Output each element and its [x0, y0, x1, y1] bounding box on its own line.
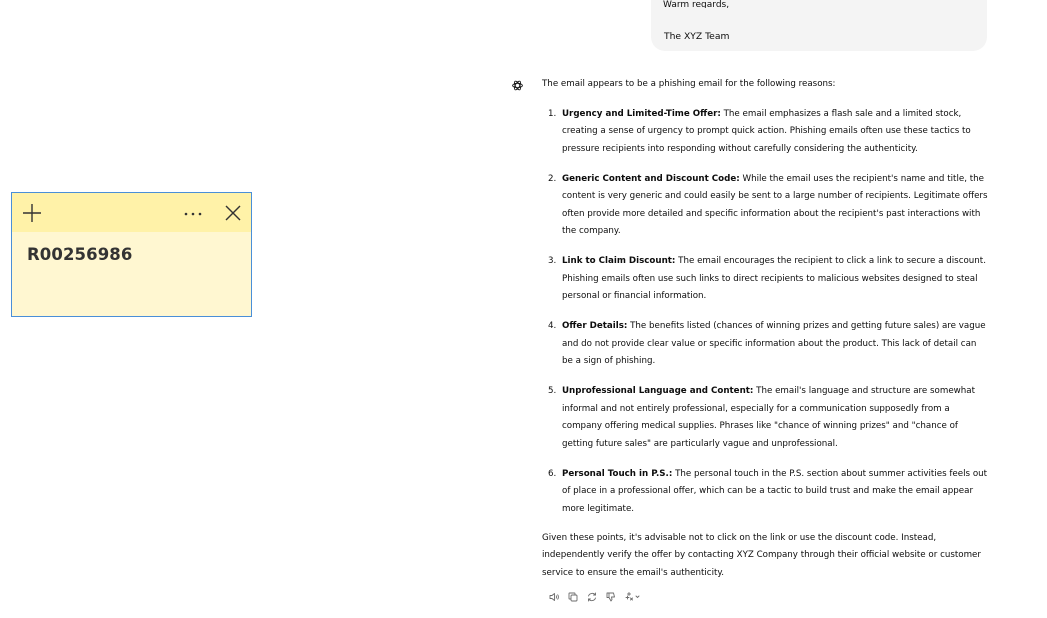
reason-title: Generic Content and Discount Code: [562, 173, 740, 184]
reason-title: Offer Details: [562, 321, 628, 331]
copy-icon[interactable] [567, 591, 579, 603]
reason-number: 4. [548, 321, 557, 331]
reason-item: 3. Link to Claim Discount: The email enco… [542, 253, 988, 306]
assistant-response: The email appears to be a phishing email… [542, 76, 988, 582]
response-closing: Given these points, it's advisable not t… [542, 532, 981, 578]
reasons-list: 1. Urgency and Limited-Time Offer: The em… [542, 106, 988, 519]
reason-item: 4. Offer Details: The benefits listed (ch… [542, 318, 988, 371]
thumbs-down-icon[interactable] [605, 591, 617, 603]
sticky-note-content[interactable]: R00256986 [27, 245, 132, 264]
model-switch-icon[interactable] [624, 591, 640, 603]
response-intro: The email appears to be a phishing email… [542, 79, 836, 89]
reason-item: 1. Urgency and Limited-Time Offer: The em… [542, 106, 988, 159]
sticky-note: R00256986 [11, 192, 252, 317]
message-actions [548, 590, 640, 604]
reason-item: 2. Generic Content and Discount Code: Whi… [542, 171, 988, 241]
reason-title: Link to Claim Discount: [562, 256, 676, 266]
read-aloud-icon[interactable] [548, 591, 560, 603]
sticky-note-header [12, 193, 251, 232]
close-icon[interactable] [224, 204, 242, 222]
user-message-signature: The XYZ Team [664, 31, 730, 42]
regenerate-icon[interactable] [586, 591, 598, 603]
reason-title: Unprofessional Language and Content: [562, 386, 754, 396]
plus-icon[interactable] [22, 203, 42, 223]
reason-number: 6. [548, 468, 557, 479]
reason-number: 2. [548, 173, 557, 184]
user-message-bubble: Warm regards, The XYZ Team [651, 0, 987, 51]
reason-number: 3. [548, 256, 557, 266]
user-message-partial-line: Warm regards, [663, 0, 730, 8]
reason-number: 1. [548, 108, 557, 119]
reason-number: 5. [548, 386, 557, 396]
reason-item: 5. Unprofessional Language and Content: T… [542, 383, 988, 453]
assistant-logo-icon [511, 77, 524, 91]
reason-title: Personal Touch in P.S.: [562, 468, 673, 479]
reason-title: Urgency and Limited-Time Offer: [562, 108, 721, 119]
more-options-icon[interactable] [183, 206, 203, 220]
reason-item: 6. Personal Touch in P.S.: The personal t… [542, 466, 988, 519]
